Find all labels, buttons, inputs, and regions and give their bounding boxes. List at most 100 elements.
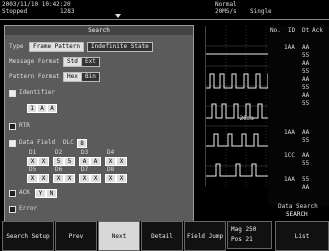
data-byte-cell[interactable]: A [79, 157, 90, 166]
header-divider [0, 19, 329, 20]
rtr-label: RTR [19, 122, 30, 129]
time-marker: -20ms [236, 115, 255, 122]
byte-header: D2 [55, 149, 63, 156]
identifier-label: Identifier [19, 89, 56, 96]
prev-button[interactable]: Prev [55, 221, 97, 251]
search-setup-button[interactable]: Search Setup [2, 221, 54, 251]
detail-label: Detail [151, 232, 173, 240]
pattern-format-label: Pattern Format [9, 73, 60, 80]
list-item: 55 [302, 68, 310, 75]
list-item: AA [302, 129, 310, 136]
message-format-label: Message Format [9, 58, 60, 65]
prev-label: Prev [68, 232, 84, 240]
list-item: AA [302, 152, 310, 159]
data-byte-cell[interactable]: X [90, 174, 101, 183]
pattern-format-hex-button[interactable]: Hex [63, 72, 82, 82]
single-mode: Single [250, 8, 272, 15]
data-byte-cell[interactable]: X [38, 174, 49, 183]
error-checkbox[interactable] [9, 206, 16, 213]
rtr-checkbox[interactable] [9, 123, 16, 130]
status-header: 2003/11/10 10:42:20 Stopped 1283 Normal … [0, 0, 329, 20]
identifier-digit[interactable]: 1 [27, 104, 37, 113]
data-byte-cell[interactable]: X [27, 157, 38, 166]
mag-value: 250 [245, 226, 257, 233]
dlc-value-field[interactable]: 8 [77, 139, 87, 148]
identifier-digit[interactable]: A [37, 104, 47, 113]
pattern-format-bin-button[interactable]: Bin [81, 72, 100, 82]
data-byte-cell[interactable]: X [64, 174, 75, 183]
col-dt: Dt [302, 27, 310, 34]
group-id: 1AA [284, 129, 295, 136]
byte-header: D5 [29, 166, 37, 173]
list-item: 55 [302, 84, 310, 91]
data-byte-cell[interactable]: X [38, 157, 49, 166]
data-field-checkbox[interactable] [9, 140, 16, 147]
mag-label: Mag [231, 226, 242, 233]
list-item: AA [302, 76, 310, 83]
data-byte-cell[interactable]: X [105, 157, 116, 166]
data-byte-cell[interactable]: X [27, 174, 38, 183]
data-field-label: Data Field [19, 139, 56, 146]
mag-pos-button[interactable]: Mag 250 Pos 21 [227, 221, 272, 249]
ack-y-field[interactable]: Y [35, 189, 46, 198]
ack-checkbox[interactable] [9, 190, 16, 197]
data-byte-cell[interactable]: X [116, 174, 127, 183]
byte-header: D3 [81, 149, 89, 156]
acq-count: 1283 [60, 8, 75, 15]
search-setup-label: Search Setup [6, 232, 50, 240]
data-byte-cell[interactable]: X [79, 174, 90, 183]
col-no: No. [270, 27, 281, 34]
byte-header: D8 [107, 166, 115, 173]
next-button[interactable]: Next [98, 221, 140, 251]
field-jump-button[interactable]: Field Jump [184, 221, 226, 251]
field-jump-label: Field Jump [186, 232, 224, 240]
pos-value: 21 [245, 236, 253, 243]
data-byte-cell[interactable]: 5 [64, 157, 75, 166]
byte-header: D7 [81, 166, 89, 173]
group-id: 1AA [284, 44, 295, 51]
data-byte-cell[interactable]: A [90, 157, 101, 166]
data-byte-cell[interactable]: X [105, 174, 116, 183]
detail-button[interactable]: Detail [141, 221, 183, 251]
list-item: 55 [302, 100, 310, 107]
softkey-bar: Search Setup Prev Next Detail Field Jump… [0, 221, 329, 251]
col-id: ID [288, 27, 296, 34]
acq-status: Stopped [2, 8, 28, 15]
message-format-ext-button[interactable]: Ext [81, 57, 100, 67]
ack-n-field[interactable]: N [46, 189, 57, 198]
trigger-position-icon [115, 14, 121, 18]
type-indefinite-state-button[interactable]: Indefinite State [87, 42, 153, 52]
list-item: AA [302, 92, 310, 99]
type-label: Type [9, 43, 24, 50]
data-search-label: Data Search [278, 203, 318, 210]
list-item: AA [302, 44, 310, 51]
col-ack: Ack [312, 27, 323, 34]
data-byte-cell[interactable]: X [116, 157, 127, 166]
dlc-label: DLC [63, 139, 74, 146]
list-item: 55 [302, 160, 310, 167]
list-item: 55 [302, 137, 310, 144]
frame-list-panel[interactable]: No. ID Dt Ack 1AA AA 55 AA 55 AA 55 AA 5… [236, 26, 329, 218]
byte-header: D4 [107, 149, 115, 156]
pos-label: Pos [231, 236, 242, 243]
group-id: 1CC [284, 152, 295, 159]
search-label: SEARCH [286, 211, 308, 218]
byte-header: D6 [55, 166, 63, 173]
data-byte-cell[interactable]: X [53, 174, 64, 183]
list-button[interactable]: List [275, 221, 329, 251]
sample-rate: 20MS/s [215, 8, 237, 15]
identifier-digit[interactable]: A [47, 104, 57, 113]
data-byte-cell[interactable]: 5 [53, 157, 64, 166]
list-item: AA [302, 184, 310, 191]
list-item: 55 [302, 52, 310, 59]
message-format-std-button[interactable]: Std [63, 57, 82, 67]
identifier-checkbox[interactable] [9, 90, 16, 97]
list-label: List [294, 232, 310, 240]
dialog-title: Search [5, 26, 193, 35]
search-dialog: Search Type Frame Pattern Indefinite Sta… [4, 25, 194, 223]
ack-label: ACK [19, 189, 30, 196]
next-label: Next [111, 232, 127, 240]
type-frame-pattern-button[interactable]: Frame Pattern [29, 42, 84, 52]
error-label: Error [19, 205, 38, 212]
list-item: AA [302, 60, 310, 67]
